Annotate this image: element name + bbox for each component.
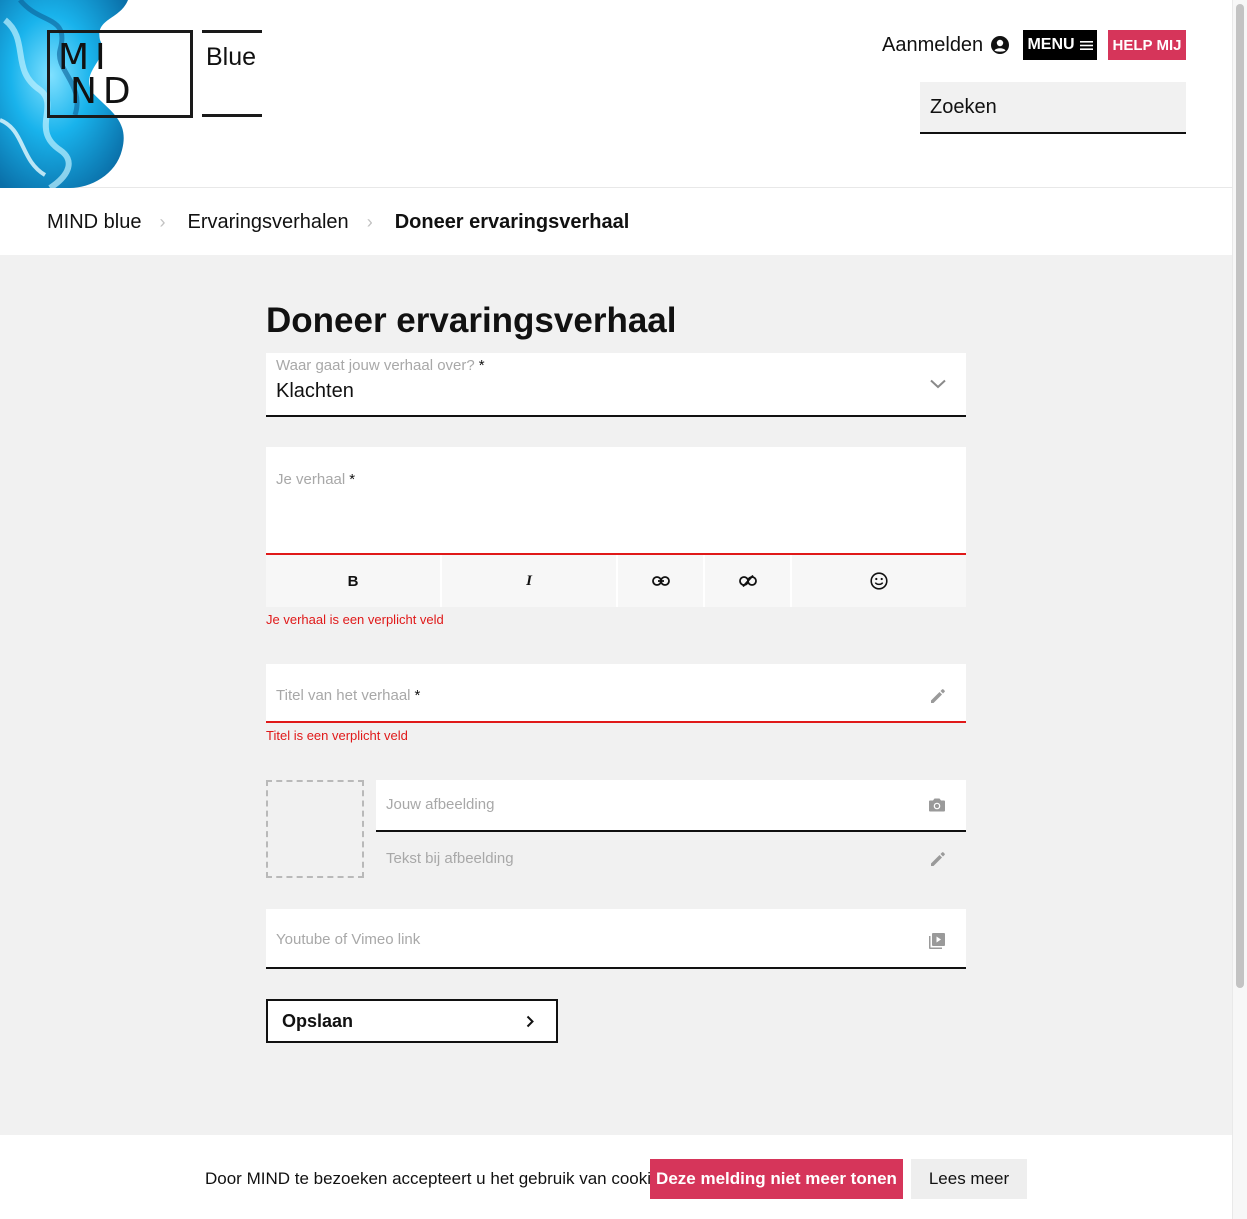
hamburger-icon	[1079, 40, 1093, 50]
story-textarea[interactable]: Je verhaal *	[266, 447, 966, 555]
cookie-banner: Door MIND te bezoeken accepteert u het g…	[0, 1135, 1232, 1219]
logo-rule-top	[202, 30, 262, 33]
chevron-right-icon: ›	[366, 211, 373, 232]
image-caption-input[interactable]: Tekst bij afbeelding	[376, 838, 966, 878]
breadcrumb-home[interactable]: MIND blue	[47, 211, 141, 234]
image-preview-placeholder[interactable]	[266, 780, 364, 878]
page-title: Doneer ervaringsverhaal	[266, 301, 677, 340]
pencil-icon	[931, 689, 945, 703]
topic-select[interactable]: Waar gaat jouw verhaal over? * Klachten	[266, 353, 966, 417]
story-label: Je verhaal *	[276, 471, 356, 488]
chevron-down-icon	[930, 379, 946, 389]
breadcrumb: MIND blue › Ervaringsverhalen › Doneer e…	[0, 189, 1232, 255]
help-button[interactable]: HELP MIJ	[1108, 30, 1186, 60]
topic-value: Klachten	[276, 380, 354, 402]
smiley-icon	[870, 572, 888, 590]
chevron-right-icon: ›	[159, 211, 166, 232]
save-button[interactable]: Opslaan	[266, 999, 558, 1043]
cookie-dismiss-button[interactable]: Deze melding niet meer tonen	[650, 1159, 903, 1199]
video-label: Youtube of Vimeo link	[276, 931, 421, 948]
unlink-button[interactable]	[705, 555, 792, 607]
editor-toolbar: B I	[266, 555, 966, 607]
save-label: Opslaan	[282, 1010, 354, 1031]
link-icon	[651, 576, 670, 586]
logo-text-bottom: ND	[70, 71, 137, 112]
emoji-button[interactable]	[792, 555, 966, 607]
search-bar	[920, 82, 1195, 134]
logo-subtitle: Blue	[206, 43, 257, 71]
story-title-error: Titel is een verplicht veld	[266, 728, 408, 743]
login-link[interactable]: Aanmelden	[882, 32, 1010, 58]
menu-button[interactable]: MENU	[1023, 30, 1097, 60]
story-title-input[interactable]: Titel van het verhaal *	[266, 664, 966, 723]
italic-button[interactable]: I	[442, 555, 618, 607]
bold-icon: B	[347, 572, 359, 590]
cookie-read-more-button[interactable]: Lees meer	[911, 1159, 1027, 1199]
main-content: Doneer ervaringsverhaal Waar gaat jouw v…	[0, 255, 1232, 1135]
topic-label: Waar gaat jouw verhaal over? *	[276, 357, 485, 374]
breadcrumb-stories[interactable]: Ervaringsverhalen	[187, 211, 348, 234]
login-label: Aanmelden	[882, 33, 984, 56]
caption-label: Tekst bij afbeelding	[386, 850, 514, 867]
video-link-input[interactable]: Youtube of Vimeo link	[266, 909, 966, 969]
scrollbar-thumb[interactable]	[1236, 4, 1244, 988]
cookie-message: Door MIND te bezoeken accepteert u het g…	[205, 1169, 669, 1188]
image-label: Jouw afbeelding	[386, 796, 495, 813]
pencil-icon	[931, 852, 945, 866]
italic-icon: I	[526, 572, 532, 589]
page-scrollbar[interactable]	[1232, 0, 1247, 1219]
camera-icon[interactable]	[928, 797, 946, 813]
site-header: MI ND Blue Aanmelden MENU HELP MIJ	[0, 0, 1232, 188]
story-error: Je verhaal is een verplicht veld	[266, 612, 444, 627]
link-button[interactable]	[618, 555, 705, 607]
search-input[interactable]	[930, 95, 1195, 119]
breadcrumb-current: Doneer ervaringsverhaal	[394, 210, 630, 233]
unlink-icon	[738, 575, 757, 587]
user-circle-icon	[991, 36, 1010, 54]
menu-label: MENU	[1027, 36, 1075, 53]
bold-button[interactable]: B	[266, 555, 442, 607]
chevron-right-icon	[526, 1015, 534, 1027]
story-title-label: Titel van het verhaal *	[276, 687, 421, 704]
logo-rule-bottom	[202, 114, 262, 117]
image-upload-input[interactable]: Jouw afbeelding	[376, 780, 966, 832]
video-library-icon	[929, 933, 945, 949]
